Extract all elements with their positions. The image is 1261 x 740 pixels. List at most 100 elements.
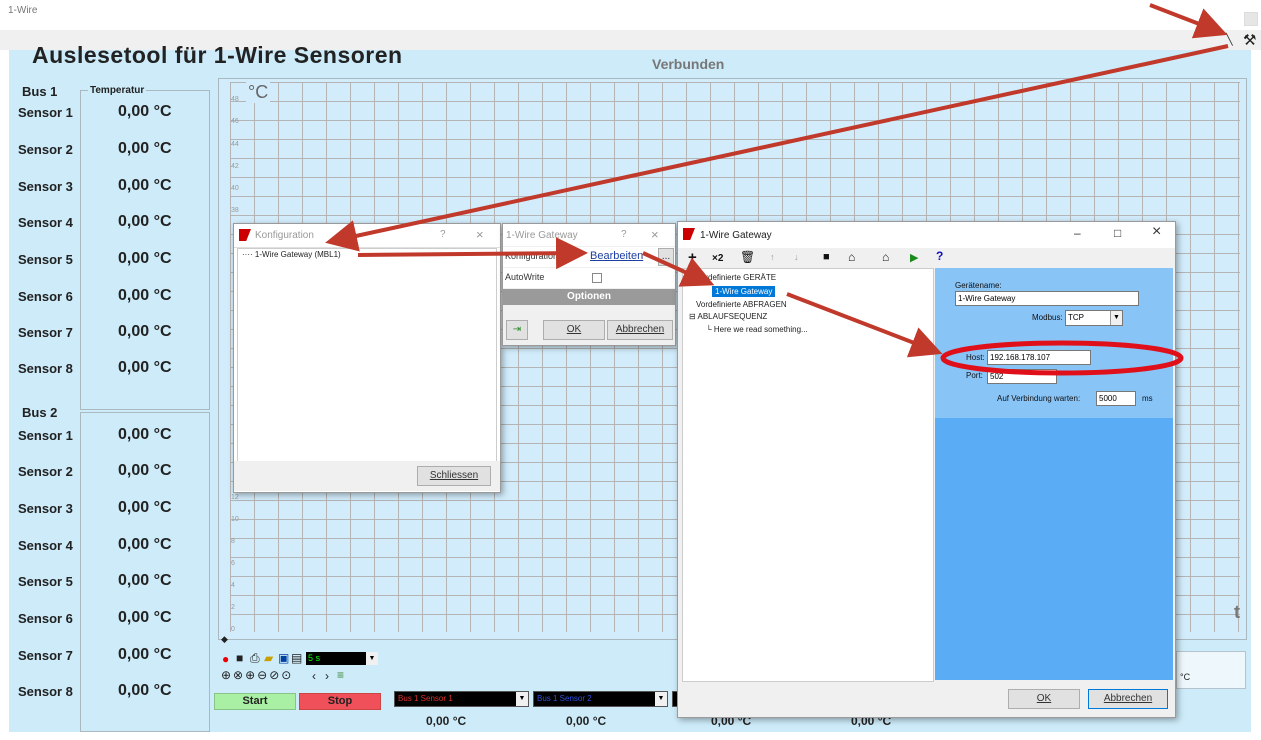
device-name-label: Gerätename: <box>955 281 1002 290</box>
host-input[interactable]: 192.168.178.107 <box>987 350 1091 365</box>
y-tick-label: 44 <box>231 141 239 148</box>
chart-settings-icon[interactable]: ≡ <box>337 668 344 682</box>
y-tick-label: 42 <box>231 163 239 170</box>
bus2-sensor-3-value: 0,00 °C <box>118 499 172 516</box>
tree-root-devices[interactable]: Vordefinierte GERÄTE <box>696 273 776 282</box>
move-up-icon[interactable]: ↑ <box>770 252 775 262</box>
import-icon[interactable]: ⌂ <box>882 250 889 264</box>
modbus-value: TCP <box>1068 313 1084 322</box>
gateway-editor-title: 1-Wire Gateway <box>700 230 772 241</box>
tools-icon[interactable]: ⚒ <box>1243 31 1256 49</box>
bus2-sensor-7-value: 0,00 °C <box>118 646 172 663</box>
scroll-left-icon[interactable]: ‹ <box>312 669 316 683</box>
tree-item-gateway[interactable]: ···· 1-Wire Gateway (MBL1) <box>242 250 341 259</box>
cancel-button[interactable]: Abbrechen <box>607 320 673 340</box>
bus2-sensor-6-label: Sensor 6 <box>18 611 73 626</box>
bus2-sensor-2-value: 0,00 °C <box>118 462 172 479</box>
y-tick-label: 10 <box>231 516 239 523</box>
minimize-icon[interactable]: – <box>1074 226 1081 240</box>
save-icon[interactable]: ▣ <box>278 651 289 665</box>
autowrite-checkbox[interactable] <box>592 273 602 283</box>
ok-button[interactable]: OK <box>1008 689 1080 709</box>
config-row-label: Konfiguration <box>505 251 559 261</box>
exit-icon[interactable]: ⇥ <box>506 320 528 340</box>
scroll-right-icon[interactable]: › <box>325 669 329 683</box>
bus2-sensor-7-label: Sensor 7 <box>18 648 73 663</box>
help-icon[interactable]: ? <box>621 229 627 240</box>
chevron-down-icon[interactable]: ▼ <box>655 692 667 706</box>
bus2-sensor-6-value: 0,00 °C <box>118 609 172 626</box>
tree-item-gateway-selected[interactable]: 1-Wire Gateway <box>712 286 776 297</box>
port-label: Port: <box>966 371 983 380</box>
device-name-input[interactable]: 1-Wire Gateway <box>955 291 1139 306</box>
app-title: Auslesetool für 1-Wire Sensoren <box>32 42 403 68</box>
bus2-sensor-1-value: 0,00 °C <box>118 426 172 443</box>
pin-icon[interactable]: ╲ <box>1226 33 1233 46</box>
modbus-select[interactable]: TCP ▼ <box>1065 310 1123 326</box>
chevron-down-icon[interactable]: ▼ <box>516 692 528 706</box>
record-icon[interactable]: ● <box>222 652 229 666</box>
partial-value-box <box>1176 651 1246 689</box>
tree-item-sequence[interactable]: └ Here we read something... <box>706 325 808 334</box>
open-folder-icon[interactable]: ⌂ <box>848 250 855 264</box>
bus1-sensor-5-value: 0,00 °C <box>118 250 172 267</box>
cancel-button[interactable]: Abbrechen <box>1088 689 1168 709</box>
bus2-sensor-4-label: Sensor 4 <box>18 538 73 553</box>
chart-x-unit: t <box>1234 602 1240 622</box>
wait-input[interactable]: 5000 <box>1096 391 1136 406</box>
ok-button[interactable]: OK <box>543 320 605 340</box>
help-icon[interactable]: ? <box>440 229 446 240</box>
temperature-legend: Temperatur <box>88 85 147 96</box>
close-icon[interactable]: × <box>476 227 484 242</box>
open-folder-icon[interactable]: ▰ <box>264 651 273 665</box>
close-icon[interactable]: × <box>1152 223 1161 241</box>
bottom-value-2: 0,00 °C <box>566 714 607 728</box>
schliessen-button[interactable]: Schliessen <box>417 466 491 486</box>
tree-root-sequence[interactable]: ⊟ ABLAUFSEQUENZ <box>689 312 767 321</box>
delete-icon[interactable]: 🗑 <box>740 250 755 264</box>
duplicate-icon[interactable]: ×2 <box>712 253 723 264</box>
bearbeiten-link[interactable]: Bearbeiten <box>590 250 643 262</box>
host-label: Host: <box>966 353 985 362</box>
bus1-sensor-4-value: 0,00 °C <box>118 213 172 230</box>
help-icon[interactable]: ? <box>936 249 943 263</box>
move-down-icon[interactable]: ↓ <box>794 252 799 262</box>
bus1-label: Bus 1 <box>22 84 58 99</box>
zoom-controls[interactable]: ⊕⊗⊕⊖⊘⊙ <box>221 668 293 682</box>
bus2-sensor-8-value: 0,00 °C <box>118 682 172 699</box>
tree-root-queries[interactable]: Vordefinierte ABFRAGEN <box>696 300 787 309</box>
start-button[interactable]: Start <box>214 693 296 710</box>
chevron-down-icon[interactable]: ▼ <box>366 652 378 665</box>
add-icon[interactable]: + <box>688 249 697 266</box>
connection-status: Verbunden <box>652 56 725 72</box>
save-icon[interactable]: ■ <box>823 251 830 263</box>
stop-button[interactable]: Stop <box>299 693 381 710</box>
bus2-sensor-8-label: Sensor 8 <box>18 684 73 699</box>
print-icon[interactable]: ⎙ <box>250 651 260 666</box>
scroll-up-icon[interactable]: ◆ <box>221 634 228 645</box>
port-input[interactable]: 502 <box>987 369 1057 384</box>
export-icon[interactable]: ▤ <box>291 651 302 665</box>
bus2-sensor-3-label: Sensor 3 <box>18 501 73 516</box>
ellipsis-button[interactable]: ... <box>658 248 674 266</box>
bottom-value-1: 0,00 °C <box>426 714 467 728</box>
options-section[interactable]: Optionen <box>503 289 675 305</box>
bus1-sensor-2-label: Sensor 2 <box>18 142 73 157</box>
bus1-sensor-3-value: 0,00 °C <box>118 177 172 194</box>
konfiguration-tree[interactable] <box>237 248 497 462</box>
y-tick-label: 12 <box>231 494 239 501</box>
stop-record-icon[interactable]: ■ <box>236 651 243 665</box>
window-close-button[interactable] <box>1244 12 1258 26</box>
interval-select[interactable]: 5 s ▼ <box>306 652 378 665</box>
run-icon[interactable]: ▶ <box>910 251 918 264</box>
chevron-down-icon[interactable]: ▼ <box>1110 311 1122 325</box>
sensor-select-1[interactable]: Bus 1 Sensor 1 ▼ <box>394 691 529 707</box>
gateway-options-window: 1-Wire Gateway ? × Konfiguration Bearbei… <box>502 223 676 346</box>
tree-item-gateway-label: 1-Wire Gateway (MBL1) <box>254 250 341 259</box>
konfiguration-title: Konfiguration <box>255 230 314 241</box>
sensor-select-2[interactable]: Bus 1 Sensor 2 ▼ <box>533 691 668 707</box>
maximize-icon[interactable]: □ <box>1114 226 1121 240</box>
gateway-options-title: 1-Wire Gateway <box>506 230 578 241</box>
y-tick-label: 38 <box>231 207 239 214</box>
close-icon[interactable]: × <box>651 227 659 242</box>
